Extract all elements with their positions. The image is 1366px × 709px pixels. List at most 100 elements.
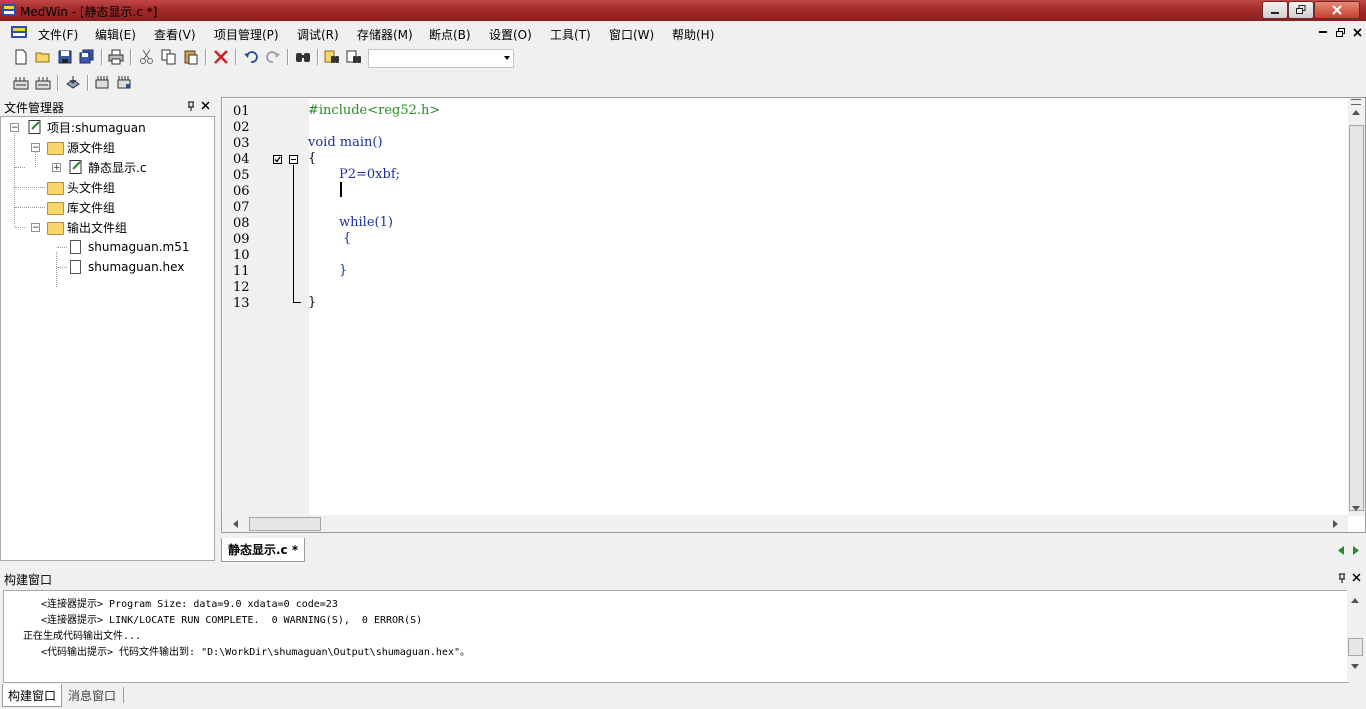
- pin-icon[interactable]: [187, 101, 195, 111]
- editor-horizontal-scrollbar[interactable]: [222, 515, 1348, 532]
- tree-project[interactable]: 项目:shumaguan: [27, 118, 146, 136]
- tree-library-group[interactable]: 库文件组: [47, 198, 115, 216]
- menu-memory[interactable]: 存储器(M): [357, 26, 413, 43]
- menu-debug[interactable]: 调试(R): [297, 26, 339, 43]
- tree-header-group[interactable]: 头文件组: [47, 178, 115, 196]
- scroll-up-icon[interactable]: [1352, 110, 1360, 115]
- source-group-collapse-toggle[interactable]: −: [31, 143, 40, 153]
- close-icon[interactable]: [201, 101, 210, 110]
- tab-message-window[interactable]: 消息窗口: [63, 684, 121, 706]
- scroll-down-icon[interactable]: [1352, 506, 1360, 511]
- build-icon[interactable]: [35, 75, 51, 91]
- tree-output-group[interactable]: 输出文件组: [47, 218, 127, 236]
- toolbar-separator: [87, 75, 89, 91]
- build-output[interactable]: <连接器提示> Program Size: data=9.0 xdata=0 c…: [3, 590, 1349, 683]
- line-number: 11: [233, 264, 250, 279]
- menu-edit[interactable]: 编辑(E): [95, 26, 136, 43]
- replace-icon[interactable]: [346, 49, 362, 65]
- undo-icon[interactable]: [243, 49, 259, 65]
- tree-output-file[interactable]: shumaguan.hex: [68, 258, 184, 276]
- code-editor[interactable]: 01 02 03 04 05 06 07 08 09 10 11 12 13 #…: [221, 97, 1366, 533]
- code-line[interactable]: {: [343, 231, 351, 246]
- close-icon[interactable]: [1352, 573, 1361, 582]
- tab-label: 静态显示.c *: [228, 543, 299, 557]
- code-line[interactable]: }: [308, 295, 316, 310]
- menu-breakpoint[interactable]: 断点(B): [429, 26, 471, 43]
- mdi-close-icon[interactable]: [1353, 28, 1362, 37]
- tree-source-group[interactable]: 源文件组: [47, 138, 115, 156]
- open-folder-icon[interactable]: [35, 49, 51, 65]
- line-number: 08: [233, 216, 250, 231]
- splitter-handle[interactable]: [1351, 99, 1361, 105]
- menu-file[interactable]: 文件(F): [38, 26, 78, 43]
- download-icon[interactable]: [65, 75, 81, 91]
- paste-icon[interactable]: [183, 49, 199, 65]
- save-icon[interactable]: [57, 49, 73, 65]
- save-all-icon[interactable]: [79, 49, 95, 65]
- compile-icon[interactable]: [13, 75, 29, 91]
- line-number: 09: [233, 232, 250, 247]
- tree-source-file[interactable]: 静态显示.c: [68, 158, 146, 176]
- line-number: 13: [233, 296, 250, 311]
- code-line[interactable]: #include<reg52.h>: [308, 103, 440, 118]
- project-icon: [28, 120, 41, 134]
- tab-build-window[interactable]: 构建窗口: [2, 684, 63, 707]
- restore-button[interactable]: [1288, 1, 1314, 19]
- menu-project[interactable]: 项目管理(P): [214, 26, 279, 43]
- scroll-left-icon[interactable]: [233, 520, 238, 528]
- document-tab-bar: 静态显示.c *: [221, 538, 1366, 562]
- search-combo[interactable]: [368, 49, 514, 68]
- menu-tools[interactable]: 工具(T): [550, 26, 591, 43]
- source-file-expand-toggle[interactable]: +: [52, 163, 61, 173]
- scroll-up-icon[interactable]: [1351, 598, 1359, 603]
- tab-active-file[interactable]: 静态显示.c *: [221, 538, 306, 562]
- new-file-icon[interactable]: [13, 49, 29, 65]
- minimize-button[interactable]: [1262, 1, 1288, 19]
- c-file-icon: [69, 160, 82, 174]
- scroll-thumb[interactable]: [249, 517, 321, 531]
- code-line[interactable]: while(1): [339, 215, 393, 230]
- find-in-files-icon[interactable]: [324, 49, 340, 65]
- find-icon[interactable]: [295, 49, 311, 65]
- print-icon[interactable]: [108, 49, 124, 65]
- tree-output-file[interactable]: shumaguan.m51: [68, 238, 189, 256]
- output-group-collapse-toggle[interactable]: −: [31, 223, 40, 233]
- menu-help[interactable]: 帮助(H): [672, 26, 714, 43]
- menu-window[interactable]: 窗口(W): [609, 26, 654, 43]
- tab-scroll-left-icon[interactable]: [1338, 546, 1344, 555]
- output-vertical-scrollbar[interactable]: [1347, 590, 1364, 682]
- line-number: 04: [233, 152, 250, 167]
- scroll-thumb[interactable]: [1349, 125, 1364, 511]
- menu-view[interactable]: 查看(V): [154, 26, 196, 43]
- cut-icon[interactable]: [139, 49, 155, 65]
- delete-icon[interactable]: [213, 49, 229, 65]
- tree-output-file-label: shumaguan.hex: [88, 260, 185, 274]
- copy-icon[interactable]: [161, 49, 177, 65]
- code-line[interactable]: }: [339, 263, 347, 278]
- fold-collapse-icon[interactable]: [289, 155, 298, 164]
- tab-label: 构建窗口: [8, 688, 57, 703]
- mdi-restore-icon[interactable]: [1336, 28, 1345, 37]
- close-button[interactable]: [1314, 1, 1360, 19]
- code-line[interactable]: void main(): [308, 135, 383, 150]
- toolbar-separator: [235, 49, 237, 65]
- scroll-thumb[interactable]: [1348, 638, 1363, 656]
- chip-debug-icon[interactable]: [116, 75, 132, 91]
- pin-icon[interactable]: [1338, 573, 1346, 583]
- bookmark-check-icon[interactable]: [273, 155, 282, 164]
- project-collapse-toggle[interactable]: −: [10, 123, 19, 133]
- file-icon: [68, 260, 84, 274]
- tab-scroll-right-icon[interactable]: [1353, 546, 1359, 555]
- editor-vertical-scrollbar[interactable]: [1348, 98, 1365, 516]
- mdi-minimize-icon[interactable]: [1319, 31, 1327, 34]
- redo-icon[interactable]: [265, 49, 281, 65]
- chip-icon[interactable]: [94, 75, 110, 91]
- code-line[interactable]: {: [308, 151, 316, 166]
- toolbar-separator: [317, 49, 319, 65]
- build-panel-title: 构建窗口: [4, 573, 53, 587]
- scroll-right-icon[interactable]: [1333, 520, 1338, 528]
- scroll-down-icon[interactable]: [1351, 664, 1359, 669]
- code-line[interactable]: P2=0xbf;: [339, 167, 400, 182]
- file-manager-header: 文件管理器: [0, 97, 215, 115]
- menu-settings[interactable]: 设置(O): [489, 26, 532, 43]
